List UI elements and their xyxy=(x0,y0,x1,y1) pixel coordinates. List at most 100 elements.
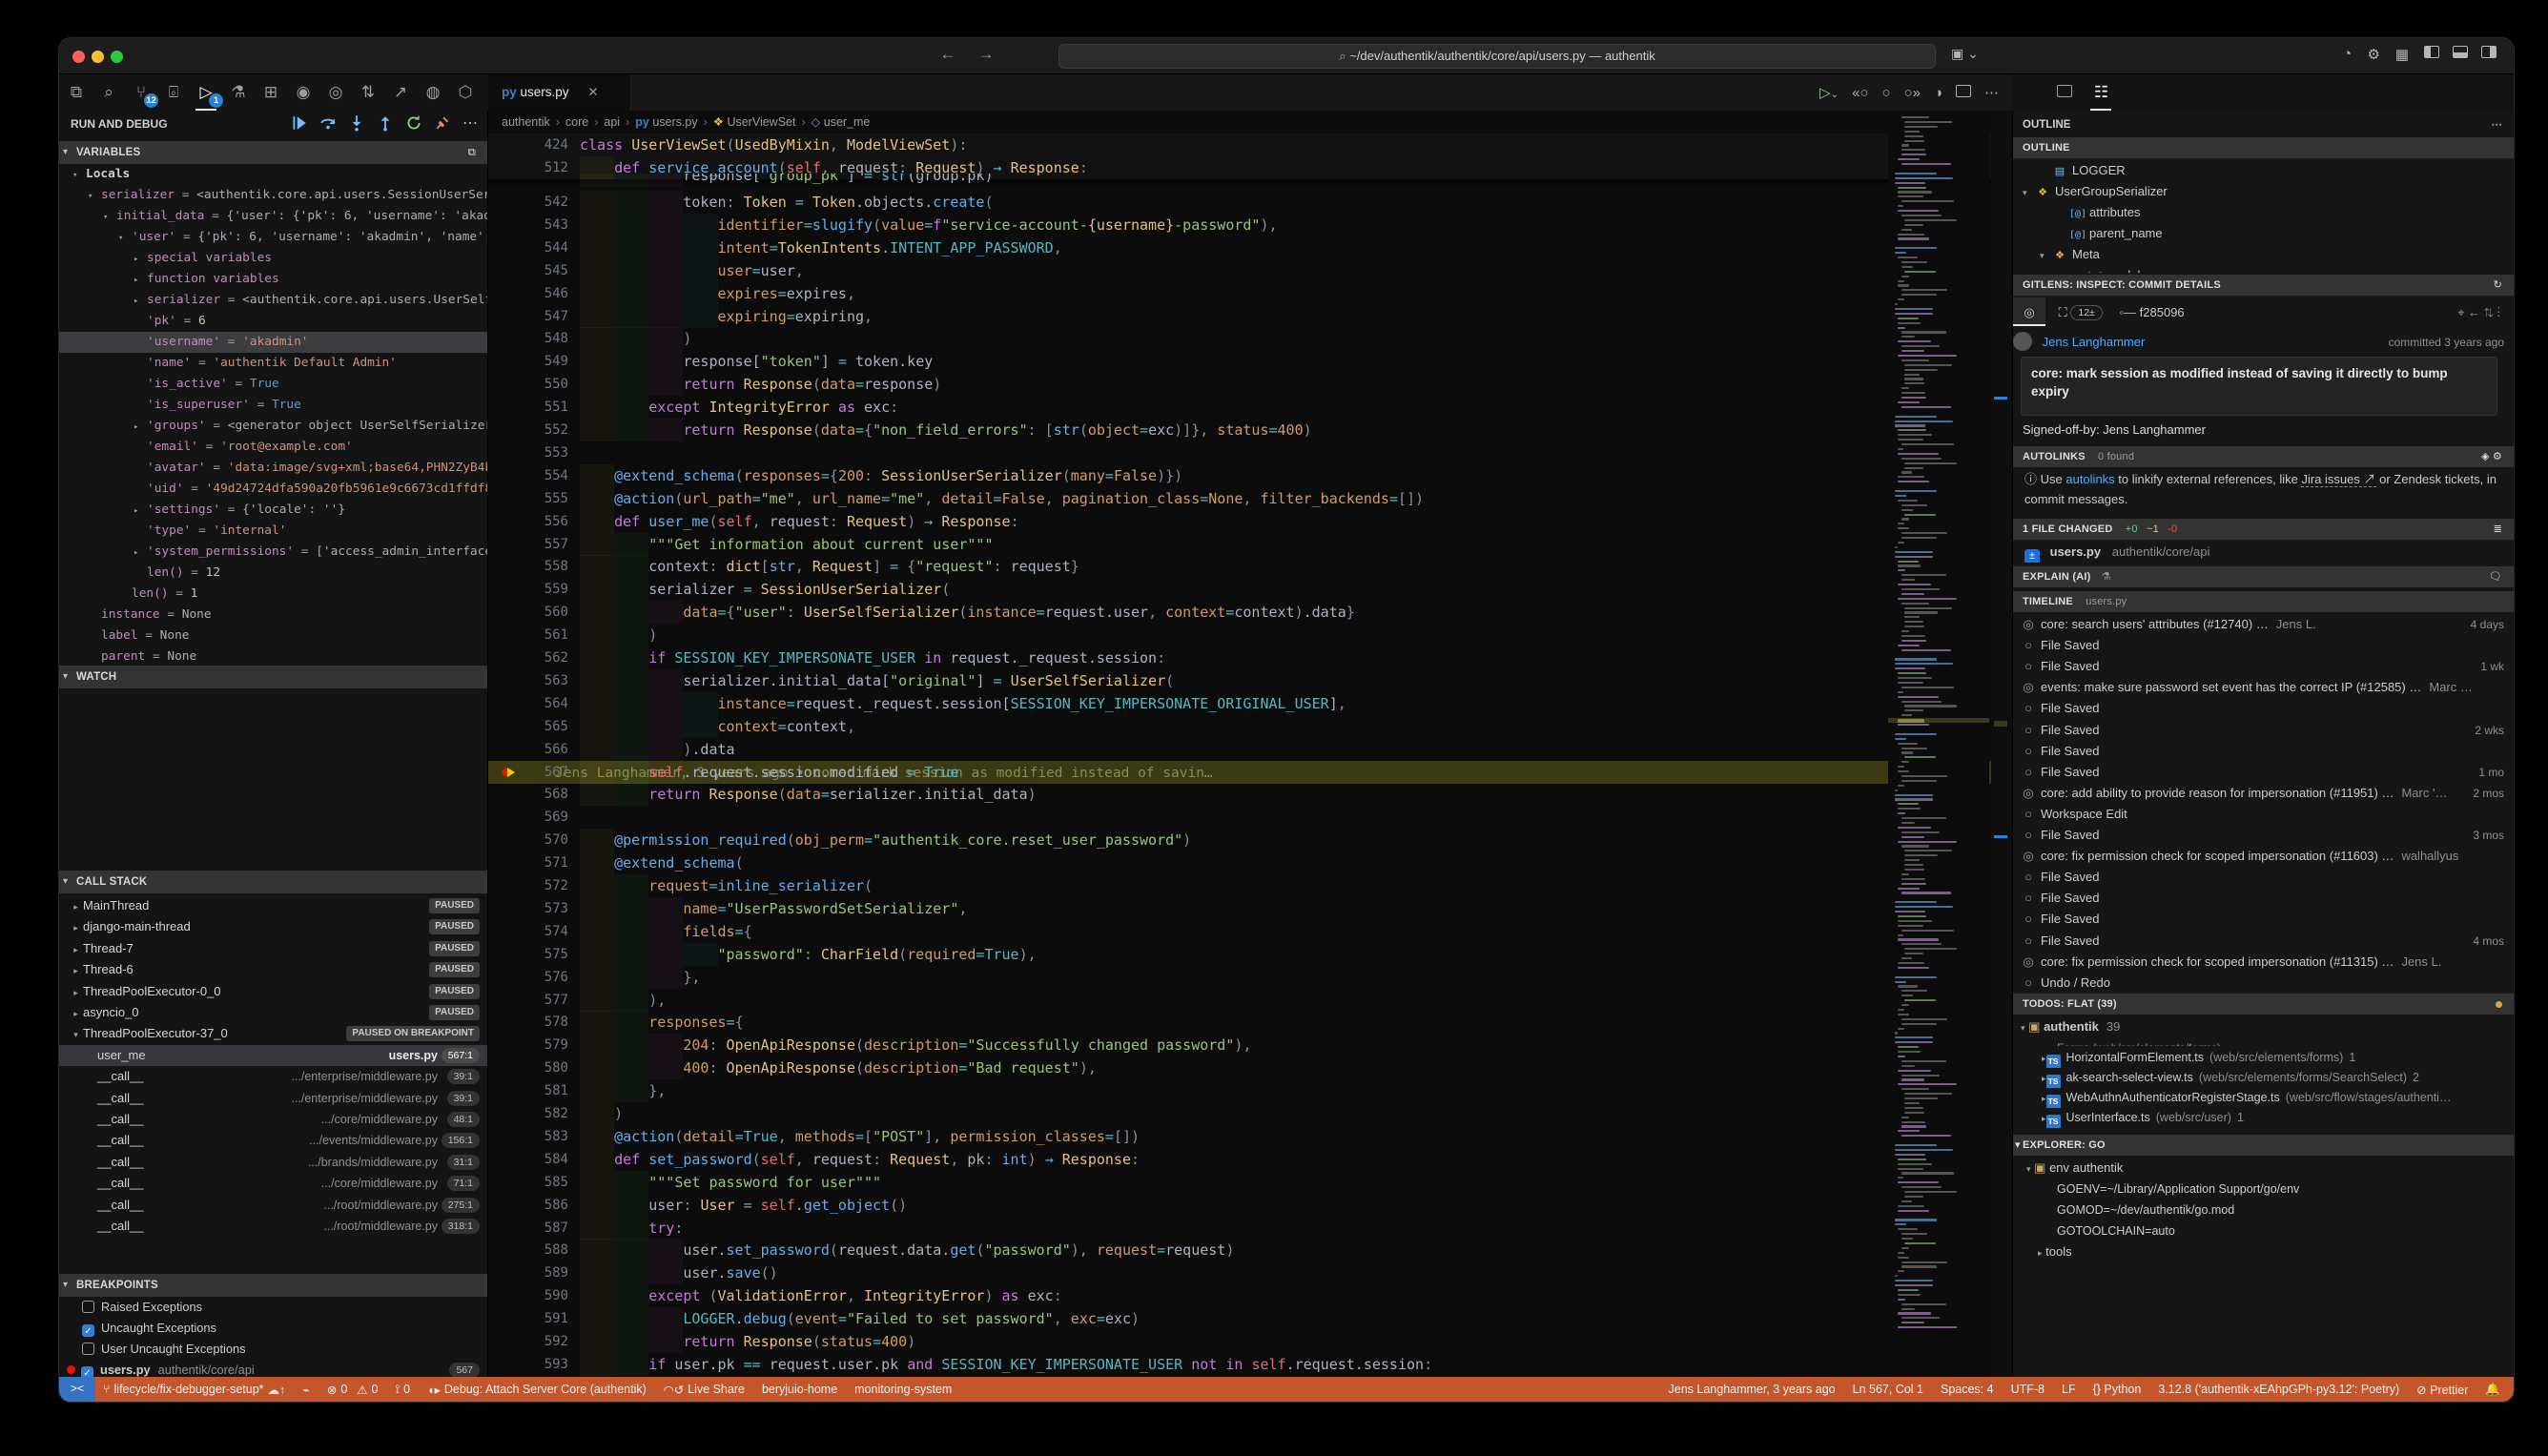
todo-item[interactable]: ▸TSak-search-select-view.ts(web/src/elem… xyxy=(2013,1067,2514,1088)
timeline-item[interactable]: ○File Saved xyxy=(2013,888,2514,909)
status-debug-icon[interactable]: ⌁ xyxy=(302,1383,310,1397)
overview-ruler[interactable] xyxy=(1991,111,2012,1377)
timeline-item[interactable]: ○File Saved1 wk xyxy=(2013,656,2514,677)
code-line[interactable]: 559 serializer = SessionUserSerializer( xyxy=(488,578,2012,601)
status-monitor[interactable]: monitoring-system xyxy=(854,1383,952,1396)
code-line[interactable]: 593 if user.pk == request.user.pk and SE… xyxy=(488,1353,2012,1376)
status-cursor[interactable]: Ln 567, Col 1 xyxy=(1853,1383,1923,1396)
gitlens-toolbar-icons[interactable]: ⌖ ← ⇅ ⋮ xyxy=(2457,297,2500,328)
status-problems[interactable]: ⊗0⚠0 xyxy=(327,1383,379,1397)
explain-chat-icon[interactable]: 🗨 xyxy=(2489,566,2502,587)
code-line[interactable]: 552 return Response(data={"non_field_err… xyxy=(488,419,2012,441)
todo-item[interactable]: ▸TSUserInterface.ts(web/src/user)1 xyxy=(2013,1107,2514,1128)
code-line[interactable]: 589 user.save() xyxy=(488,1261,2012,1284)
timeline-item[interactable]: ○File Saved xyxy=(2013,741,2514,762)
gitlens-changes-pill[interactable]: 12± xyxy=(2070,305,2102,320)
status-blame[interactable]: Jens Langhammer, 3 years ago xyxy=(1669,1383,1836,1396)
code-line[interactable]: 578 responses={ xyxy=(488,1011,2012,1034)
code-line[interactable]: 560 data={"user": UserSelfSerializer(ins… xyxy=(488,601,2012,624)
gitlens-search-tab-icon[interactable]: ◎ xyxy=(2013,297,2045,326)
outline-item[interactable]: ▤LOGGER xyxy=(2013,160,2514,181)
testing-icon[interactable]: ⚗ xyxy=(224,78,253,107)
variable-row[interactable]: 'type' = 'internal' xyxy=(59,521,487,542)
breadcrumb-item[interactable]: ❖ UserViewSet xyxy=(713,115,796,129)
code-line[interactable]: 581 }, xyxy=(488,1079,2012,1102)
code-line[interactable]: 572 request=inline_serializer( xyxy=(488,874,2012,897)
github-icon[interactable]: ◉ xyxy=(289,78,318,107)
customize-layout-icon[interactable]: ▦ xyxy=(2395,46,2409,63)
code-line[interactable]: 569 xyxy=(488,806,2012,829)
code-line[interactable]: 586 user: User = self.get_object() xyxy=(488,1194,2012,1217)
code-line[interactable]: 557 """Get information about current use… xyxy=(488,533,2012,556)
code-line[interactable]: 424class UserViewSet(UsedByMixin, ModelV… xyxy=(488,133,2012,156)
breakpoint-checkbox[interactable]: ✓ xyxy=(82,1324,94,1337)
code-line[interactable]: 548 ) xyxy=(488,327,2012,350)
timeline-item[interactable]: ○Undo / Redo xyxy=(2013,973,2514,994)
code-line[interactable]: 588 user.set_password(request.data.get("… xyxy=(488,1239,2012,1261)
timeline-item[interactable]: ○File Saved4 mos xyxy=(2013,931,2514,952)
timeline-item[interactable]: ○File Saved xyxy=(2013,698,2514,719)
panel-more-icon[interactable]: ⋯ xyxy=(2492,114,2503,135)
account-icon[interactable]: ◔ xyxy=(2343,46,2352,62)
todos-section-header[interactable]: TODOS: FLAT (39) xyxy=(2013,994,2514,1015)
autolinks-link[interactable]: autolinks xyxy=(2065,472,2114,486)
code-line[interactable]: 564 instance=request._request.session[SE… xyxy=(488,692,2012,715)
step-into-icon[interactable] xyxy=(348,114,365,132)
outline-item[interactable]: [@]parent_name xyxy=(2013,223,2514,244)
remote-explorer-icon[interactable]: ⌻ xyxy=(159,78,188,107)
variable-row[interactable]: 'is_active' = True xyxy=(59,374,487,395)
jira-issues-link[interactable]: Jira issues ↗ xyxy=(2301,472,2375,487)
variable-row[interactable]: 'pk' = 6 xyxy=(59,311,487,332)
variable-row[interactable]: len() = 1 xyxy=(59,584,487,605)
go-env-var[interactable]: GOMOD=~/dev/authentik/go.mod xyxy=(2013,1200,2514,1220)
code-line[interactable]: 553 xyxy=(488,441,2012,464)
go-env-root[interactable]: ▾ ▣ env authentik xyxy=(2013,1158,2514,1179)
timeline-item[interactable]: ○File Saved xyxy=(2013,867,2514,888)
variable-row[interactable]: ▾Locals xyxy=(59,164,487,185)
changed-file-row[interactable]: ± users.py authentik/core/api xyxy=(2013,542,2514,563)
code-line[interactable]: 576 }, xyxy=(488,966,2012,989)
share-icon[interactable]: ↗ xyxy=(386,78,415,107)
call-stack-thread[interactable]: ▸Thread-7PAUSED xyxy=(59,938,487,959)
variable-row[interactable]: ▾initial_data = {'user': {'pk': 6, 'user… xyxy=(59,206,487,227)
variable-row[interactable]: 'avatar' = 'data:image/svg+xml;base64,PH… xyxy=(59,458,487,479)
call-stack-frame[interactable]: __call__.../enterprise/middleware.py39:1 xyxy=(59,1066,487,1087)
breadcrumb-item[interactable]: ◇ user_me xyxy=(812,115,871,129)
call-stack-thread[interactable]: ▸ThreadPoolExecutor-0_0PAUSED xyxy=(59,981,487,1002)
variable-row[interactable]: ▸function variables xyxy=(59,269,487,290)
close-tab-icon[interactable]: ✕ xyxy=(587,85,598,99)
timeline-item[interactable]: ○File Saved xyxy=(2013,909,2514,930)
variable-row[interactable]: ▸special variables xyxy=(59,248,487,269)
timeline-item[interactable]: ◎core: search users' attributes (#12740)… xyxy=(2013,614,2514,635)
remote-indicator[interactable]: >< xyxy=(59,1377,95,1402)
continue-forward-icon[interactable]: ○» xyxy=(1904,85,1921,101)
breakpoint-checkbox[interactable] xyxy=(82,1343,94,1355)
code-line[interactable]: 547 expiring=expiring, xyxy=(488,305,2012,328)
outline-section-header[interactable]: OUTLINE xyxy=(2013,137,2514,158)
record-icon[interactable]: ○ xyxy=(1881,85,1890,101)
code-line[interactable]: 562 if SESSION_KEY_IMPERSONATE_USER in r… xyxy=(488,646,2012,669)
status-debug-target[interactable]: ◖▸Debug: Attach Server Core (authentik) xyxy=(427,1383,647,1397)
go-env-var[interactable]: GOTOOLCHAIN=auto xyxy=(2013,1220,2514,1241)
status-host[interactable]: beryjuio-home xyxy=(762,1383,837,1396)
explorer-go-section-header[interactable]: ▾ EXPLORER: GO xyxy=(2013,1135,2514,1156)
breakpoints-section-header[interactable]: ▾BREAKPOINTS xyxy=(59,1274,487,1297)
watch-section-header[interactable]: ▾WATCH xyxy=(59,666,487,688)
todo-item[interactable]: ▸TSWebAuthnAuthenticatorRegisterStage.ts… xyxy=(2013,1087,2514,1108)
file-changed-layout-icon[interactable]: ≣ xyxy=(2494,519,2502,540)
step-out-icon[interactable] xyxy=(377,114,394,132)
status-branch[interactable]: ⑂lifecycle/fix-debugger-setup*☁↑ xyxy=(103,1383,285,1397)
status-prettier[interactable]: ⊘ Prettier xyxy=(2416,1383,2468,1397)
toggle-right-sidebar-icon[interactable] xyxy=(2481,46,2497,62)
call-stack-section-header[interactable]: ▾CALL STACK xyxy=(59,871,487,893)
call-stack-frame[interactable]: __call__.../root/middleware.py318:1 xyxy=(59,1216,487,1237)
zoom-window-button[interactable] xyxy=(111,51,123,63)
more-actions-icon[interactable]: ⋯ xyxy=(1984,84,1999,101)
restart-icon[interactable] xyxy=(405,114,422,132)
minimap[interactable] xyxy=(1888,111,1989,1377)
breadcrumb[interactable]: authentik›core›api›py users.py›❖ UserVie… xyxy=(502,111,870,133)
timeline-item[interactable]: ○File Saved2 wks xyxy=(2013,720,2514,741)
tab-users-py[interactable]: py users.py ✕ xyxy=(488,74,631,111)
variable-row[interactable]: ▸'groups' = <generator object UserSelfSe… xyxy=(59,416,487,437)
code-line[interactable]: 566 ).data xyxy=(488,738,2012,761)
